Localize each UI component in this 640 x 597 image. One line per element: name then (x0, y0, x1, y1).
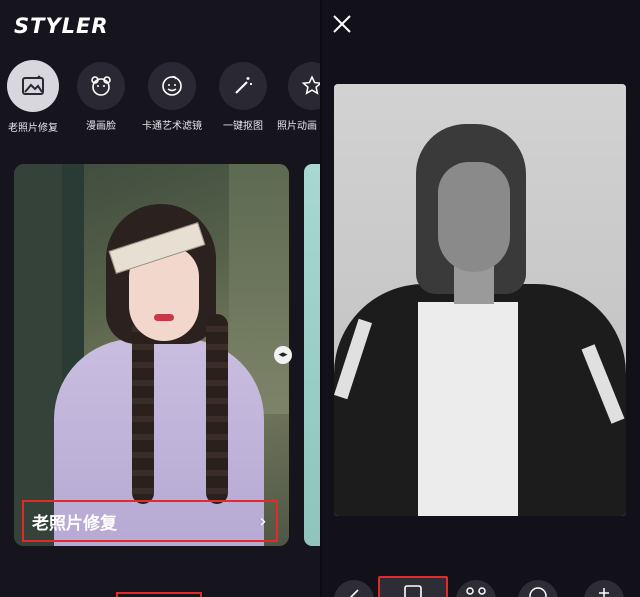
tool-label: 卡通艺术滤镜 (142, 121, 202, 132)
star-icon (288, 62, 320, 110)
style-gallery-panel: STYLER 老照片修复 漫画脸 卡通艺术滤镜 一键抠图 照片动画 老照片修复 … (0, 0, 320, 597)
tool-label: 老照片修复 (8, 123, 58, 134)
photo-restore-tool-selected[interactable] (378, 576, 448, 597)
sparkle-icon[interactable] (584, 580, 624, 597)
restore-editor-panel (322, 0, 640, 597)
feature-caption-text: 老照片修复 (32, 513, 117, 534)
uploaded-photo (334, 84, 626, 516)
feature-card-old-photo[interactable]: 老照片修复 › (14, 164, 289, 546)
tool-label: 漫画脸 (86, 121, 116, 132)
magic-wand-icon (219, 62, 267, 110)
bear-face-icon (77, 62, 125, 110)
tool-one-click-cutout[interactable]: 一键抠图 (208, 62, 278, 132)
tool-cartoon-filter[interactable]: 卡通艺术滤镜 (137, 62, 207, 132)
compare-slider-handle[interactable]: ◂▸ (274, 346, 292, 364)
bear-face-icon[interactable] (456, 580, 496, 597)
tool-strip: 老照片修复 漫画脸 卡通艺术滤镜 一键抠图 照片动画 (0, 60, 320, 142)
tool-old-photo-restore[interactable]: 老照片修复 (0, 60, 68, 134)
cartoon-face-icon (148, 62, 196, 110)
app-logo: STYLER (14, 14, 109, 38)
cartoon-face-icon[interactable] (518, 580, 558, 597)
close-icon[interactable] (330, 12, 354, 36)
tool-comic-face[interactable]: 漫画脸 (66, 62, 136, 132)
next-feature-card[interactable] (304, 164, 320, 546)
chevron-right-icon: › (259, 510, 267, 532)
edit-icon[interactable] (334, 580, 374, 597)
photo-restore-icon (7, 60, 59, 112)
bottom-tool-strip (322, 576, 640, 597)
bottom-highlight-marker (116, 592, 202, 597)
feature-caption[interactable]: 老照片修复 › (22, 500, 278, 542)
tool-label: 照片动画 (277, 121, 317, 132)
tool-photo-animation[interactable]: 照片动画 (277, 62, 320, 132)
photo-restore-icon (403, 582, 423, 597)
tool-label: 一键抠图 (223, 121, 263, 132)
